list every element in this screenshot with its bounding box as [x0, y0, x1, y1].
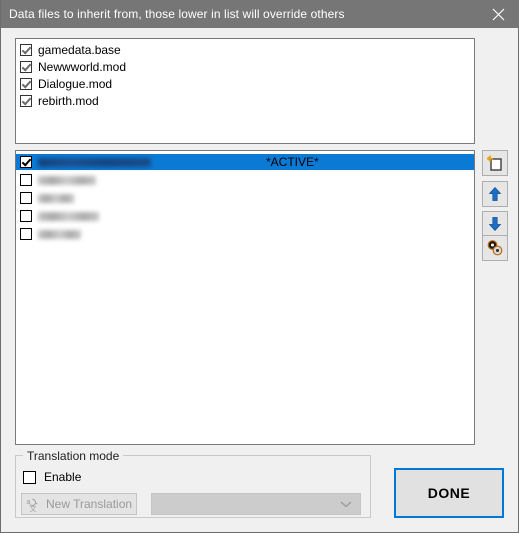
- data-file-checkbox[interactable]: [20, 174, 32, 186]
- inherit-item-checkbox[interactable]: [20, 61, 32, 73]
- arrow-down-icon: [487, 216, 503, 232]
- new-file-icon: [486, 154, 504, 172]
- active-tag: *ACTIVE*: [266, 155, 319, 169]
- move-down-button[interactable]: [482, 211, 508, 237]
- new-translation-button[interactable]: a 文 New Translation: [21, 493, 137, 515]
- done-button[interactable]: DONE: [394, 468, 504, 518]
- data-file-row[interactable]: [16, 172, 474, 188]
- dialog-window: Data files to inherit from, those lower …: [0, 0, 519, 533]
- data-file-name-redacted: [38, 157, 151, 167]
- done-label: DONE: [427, 485, 471, 501]
- data-file-name-redacted: [38, 229, 81, 239]
- arrow-up-icon: [487, 186, 503, 202]
- new-translation-label: New Translation: [46, 497, 133, 511]
- data-file-checkbox[interactable]: [20, 192, 32, 204]
- data-file-checkbox[interactable]: [20, 228, 32, 240]
- data-file-row[interactable]: [16, 190, 474, 206]
- data-file-checkbox[interactable]: [20, 210, 32, 222]
- data-file-name-redacted: [38, 211, 99, 221]
- enable-translation-row[interactable]: Enable: [23, 470, 81, 484]
- data-file-name-redacted: [38, 193, 74, 203]
- inherit-item-label: Newwworld.mod: [38, 60, 127, 74]
- inherit-item-label: gamedata.base: [38, 43, 121, 57]
- data-file-name-redacted: [38, 175, 96, 185]
- inherit-item-label: Dialogue.mod: [38, 77, 113, 91]
- data-file-checkbox[interactable]: [20, 156, 32, 168]
- close-icon: [492, 8, 505, 21]
- new-file-button[interactable]: [482, 150, 508, 176]
- move-up-button[interactable]: [482, 181, 508, 207]
- chevron-down-icon: [340, 497, 352, 511]
- translation-mode-legend: Translation mode: [23, 449, 124, 463]
- data-file-row[interactable]: [16, 208, 474, 224]
- clone-icon: [486, 239, 504, 257]
- inherit-list-item[interactable]: gamedata.base: [16, 42, 474, 58]
- inherit-list-item[interactable]: rebirth.mod: [16, 93, 474, 109]
- data-files-listbox[interactable]: *ACTIVE*: [15, 150, 475, 445]
- close-button[interactable]: [476, 0, 519, 28]
- data-file-row[interactable]: *ACTIVE*: [16, 154, 474, 170]
- inherit-list-item[interactable]: Dialogue.mod: [16, 76, 474, 92]
- inherit-item-label: rebirth.mod: [38, 94, 99, 108]
- title-bar: Data files to inherit from, those lower …: [1, 0, 519, 28]
- enable-translation-checkbox[interactable]: [23, 470, 36, 484]
- language-combobox[interactable]: [151, 493, 361, 515]
- inherit-item-checkbox[interactable]: [20, 95, 32, 107]
- svg-text:文: 文: [30, 504, 37, 512]
- inherit-item-checkbox[interactable]: [20, 78, 32, 90]
- dialog-title: Data files to inherit from, those lower …: [9, 7, 345, 21]
- translation-icon: a 文: [26, 497, 46, 512]
- inherit-item-checkbox[interactable]: [20, 44, 32, 56]
- enable-translation-label: Enable: [44, 470, 82, 484]
- data-file-row[interactable]: [16, 226, 474, 242]
- clone-button[interactable]: [482, 235, 508, 261]
- inherit-files-listbox[interactable]: gamedata.base Newwworld.mod Dialogue.mod re…: [15, 38, 475, 144]
- inherit-list-item[interactable]: Newwworld.mod: [16, 59, 474, 75]
